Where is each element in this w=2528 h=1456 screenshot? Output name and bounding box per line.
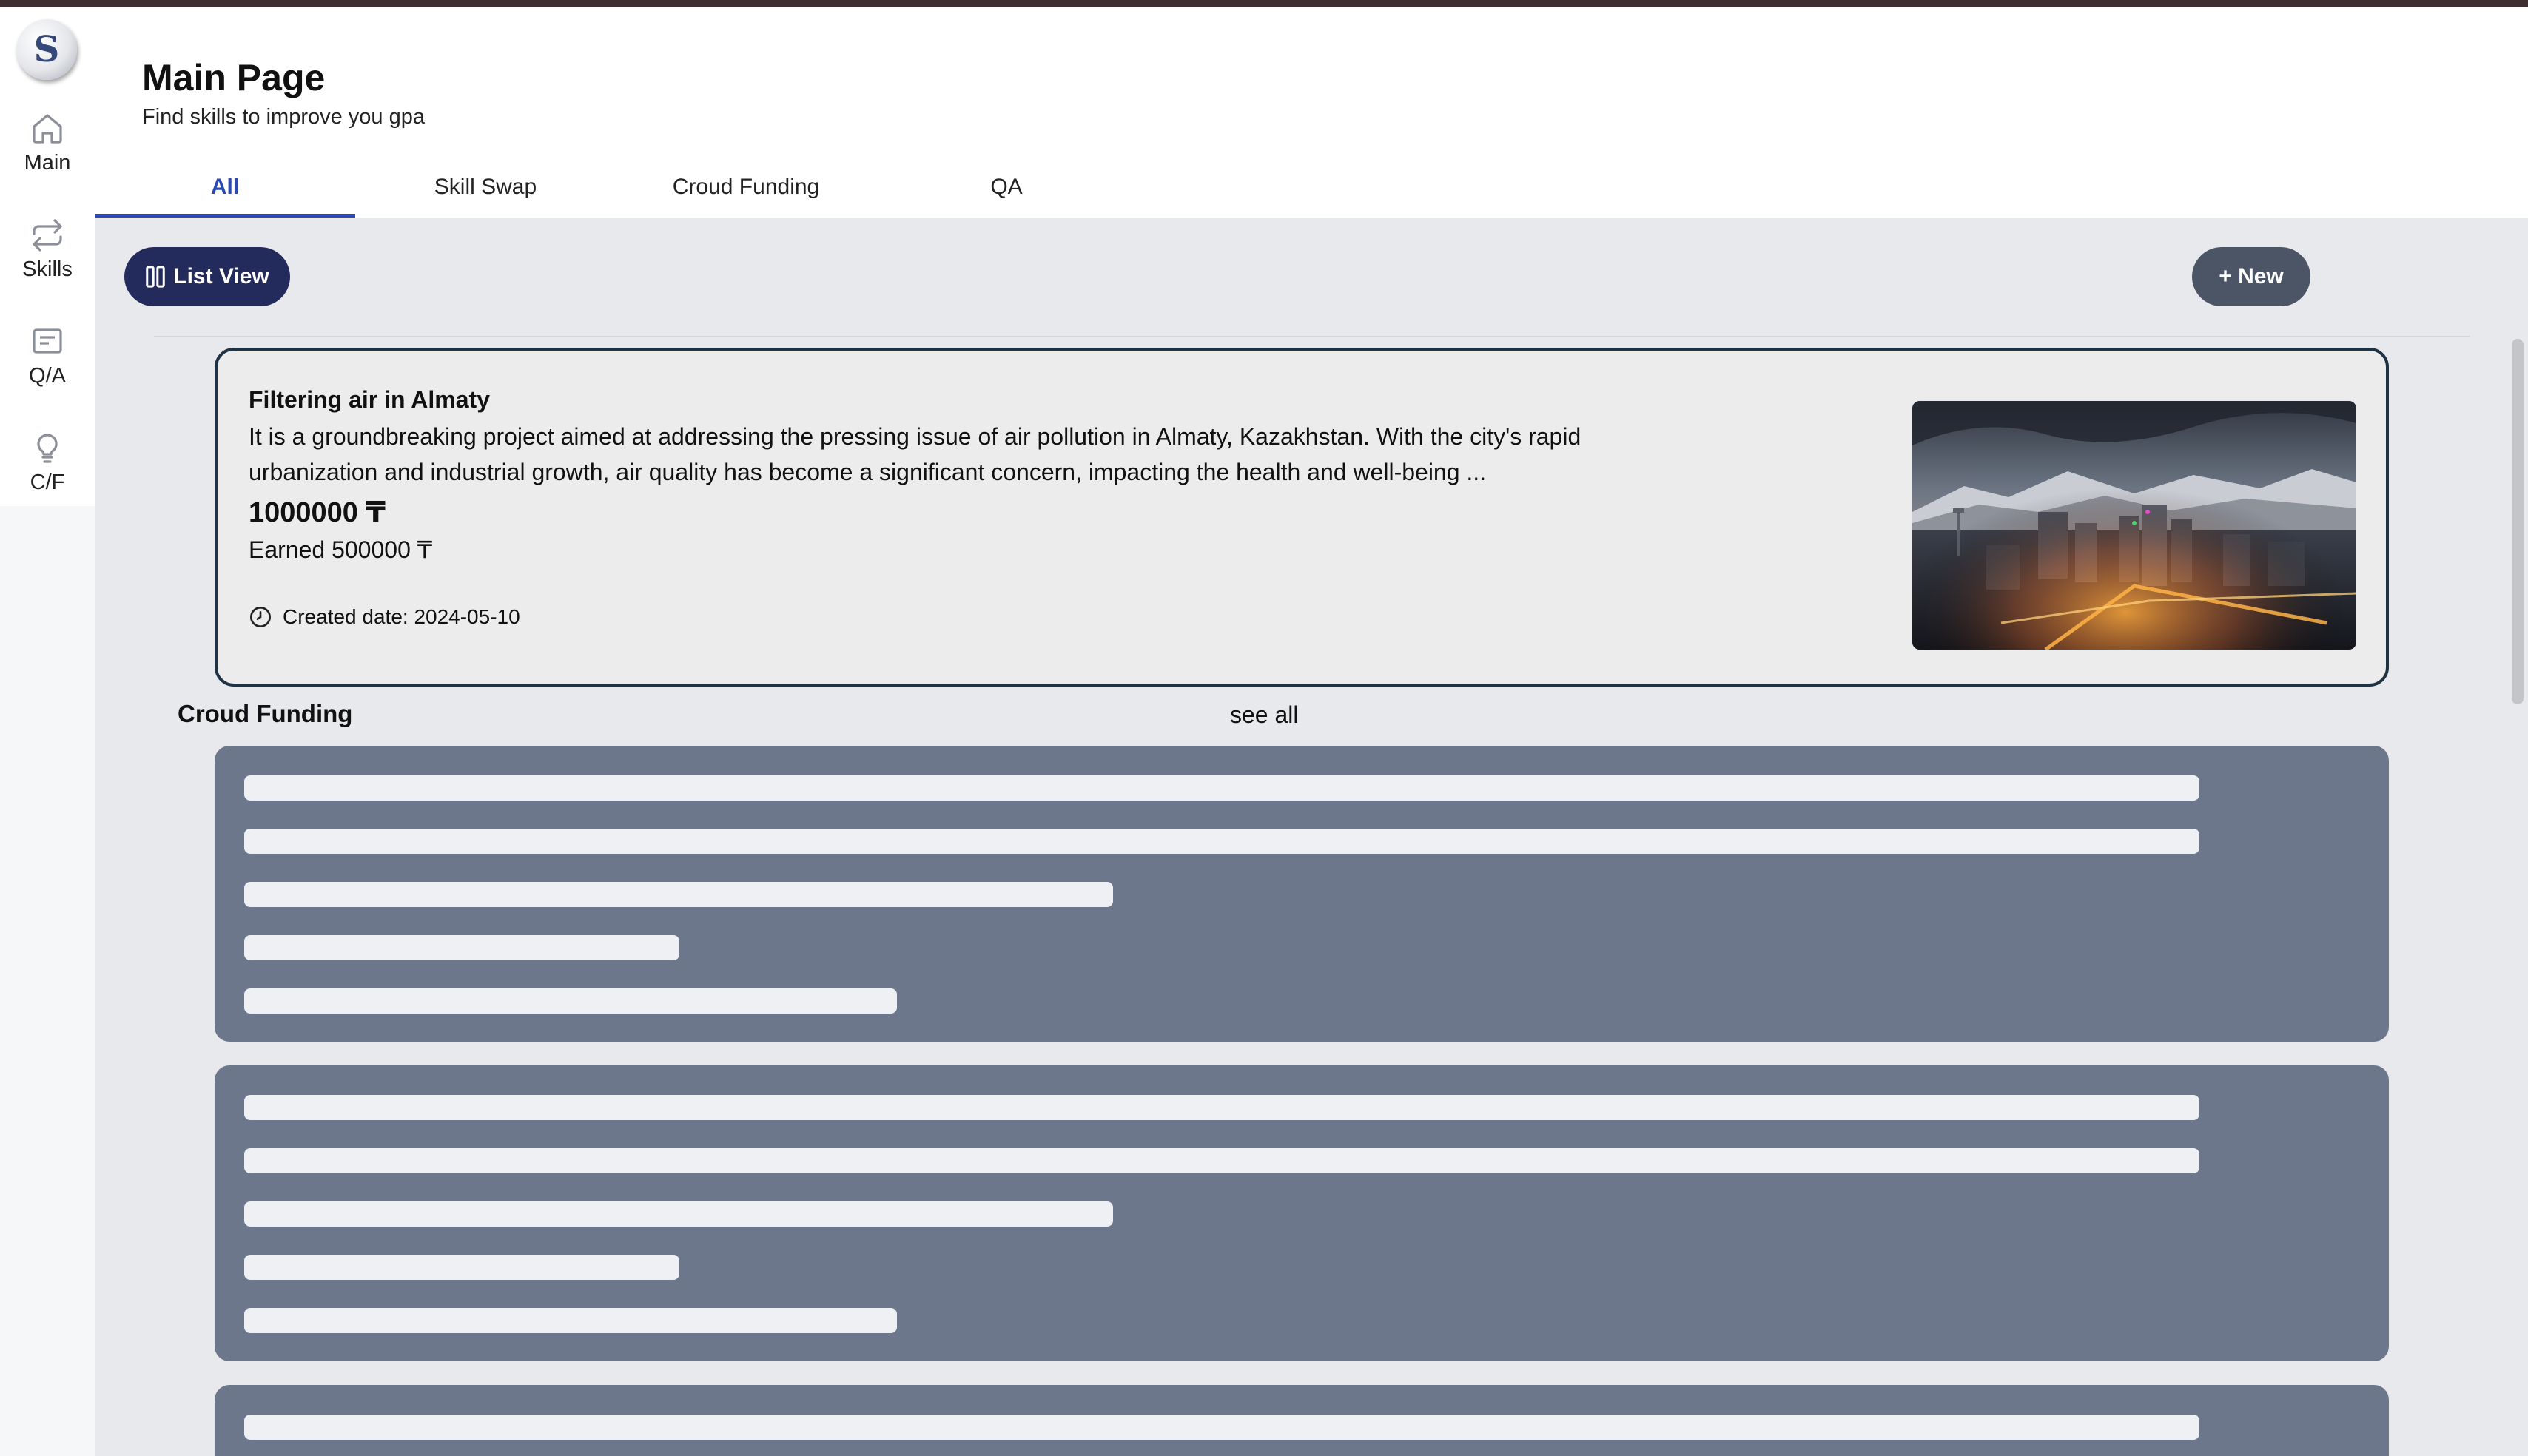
skeleton-card [215, 746, 2389, 1042]
skeleton-card [215, 1065, 2389, 1361]
sidebar: S Main Skills Q/A C/F [0, 7, 95, 1456]
scrollbar[interactable] [2512, 339, 2524, 704]
project-earned-amount: Earned 500000 ₸ [249, 536, 433, 563]
list-view-label: List View [173, 264, 269, 289]
page-subtitle: Find skills to improve you gpa [142, 105, 425, 129]
new-button[interactable]: + New [2192, 247, 2310, 306]
tab-bar: All Skill Swap Croud Funding QA [95, 164, 2528, 218]
list-view-button[interactable]: List View [124, 247, 290, 306]
columns-icon [146, 266, 165, 288]
logo-letter: S [33, 29, 60, 70]
app-logo[interactable]: S [16, 19, 77, 80]
see-all-link[interactable]: see all [1230, 701, 1299, 729]
skeleton-line [244, 1201, 1113, 1227]
section-title-croud-funding: Croud Funding [178, 700, 353, 727]
skeleton-line [244, 775, 2199, 801]
sidebar-item-skills[interactable]: Skills [0, 218, 95, 306]
sidebar-item-qa[interactable]: Q/A [0, 324, 95, 413]
created-date-text: Created date: 2024-05-10 [283, 605, 520, 628]
skeleton-line [244, 1095, 2199, 1120]
window-top-bar [0, 0, 2528, 7]
project-image [1912, 401, 2356, 650]
skeleton-line [244, 1308, 897, 1333]
skeleton-line [244, 1415, 2199, 1440]
sidebar-item-cf[interactable]: C/F [0, 431, 95, 519]
home-icon [33, 114, 62, 144]
tab-qa[interactable]: QA [876, 164, 1137, 218]
sidebar-item-main[interactable]: Main [0, 111, 95, 200]
page-title: Main Page [142, 57, 326, 98]
sidebar-item-label: Q/A [29, 364, 66, 388]
project-title: Filtering air in Almaty [249, 386, 490, 413]
tab-croud-funding[interactable]: Croud Funding [616, 164, 876, 218]
skeleton-line [244, 882, 1113, 907]
project-goal-amount: 1000000 ₸ [249, 497, 386, 528]
project-created-date: Created date: 2024-05-10 [249, 605, 520, 629]
almaty-city-image [1912, 401, 2356, 650]
skeleton-line [244, 935, 679, 960]
clock-icon [250, 607, 271, 627]
sidebar-item-label: Main [24, 151, 71, 175]
featured-project-card[interactable]: Filtering air in Almaty It is a groundbr… [215, 348, 2389, 687]
sidebar-item-label: C/F [30, 471, 65, 494]
project-description: It is a groundbreaking project aimed at … [249, 423, 1581, 485]
tab-skill-swap[interactable]: Skill Swap [355, 164, 616, 218]
swap-arrows-icon [33, 219, 62, 252]
lightbulb-icon [37, 434, 58, 463]
skeleton-line [244, 1148, 2199, 1173]
skeleton-line [244, 1255, 679, 1280]
divider [154, 336, 2470, 337]
tab-all[interactable]: All [95, 164, 355, 218]
skeleton-line [244, 988, 897, 1014]
sidebar-item-label: Skills [22, 257, 73, 281]
skeleton-line [244, 829, 2199, 854]
skeleton-card [215, 1385, 2389, 1456]
message-square-icon [33, 328, 62, 354]
